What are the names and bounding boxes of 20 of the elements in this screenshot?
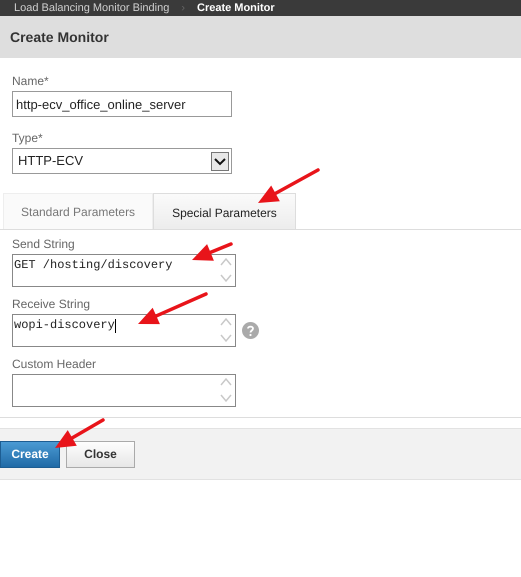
breadcrumb-item[interactable]: Load Balancing Monitor Binding (14, 2, 170, 14)
breadcrumb-separator: › (181, 2, 185, 14)
name-field[interactable]: http-ecv_office_online_server (12, 91, 232, 117)
text-area[interactable] (12, 374, 236, 407)
create-button[interactable]: Create (0, 440, 60, 468)
field-label: Receive String (12, 297, 92, 311)
field-label: Custom Header (12, 357, 98, 371)
field-label: Type* (12, 131, 44, 145)
field-label: Name* (12, 74, 50, 88)
close-button[interactable]: Close (66, 440, 135, 468)
dropdown-icon (211, 152, 229, 170)
type-select[interactable]: HTTP-ECV (12, 148, 232, 174)
breadcrumb-item: Create Monitor (197, 2, 275, 14)
page-title: Create Monitor (10, 28, 109, 46)
tab[interactable]: Special Parameters (153, 193, 296, 229)
tab[interactable]: Standard Parameters (3, 193, 154, 229)
text-area[interactable]: GET /hosting/discovery (12, 254, 236, 287)
text-area[interactable]: wopi-discovery (12, 314, 236, 347)
help-icon[interactable] (242, 322, 259, 339)
field-label: Send String (12, 237, 76, 251)
